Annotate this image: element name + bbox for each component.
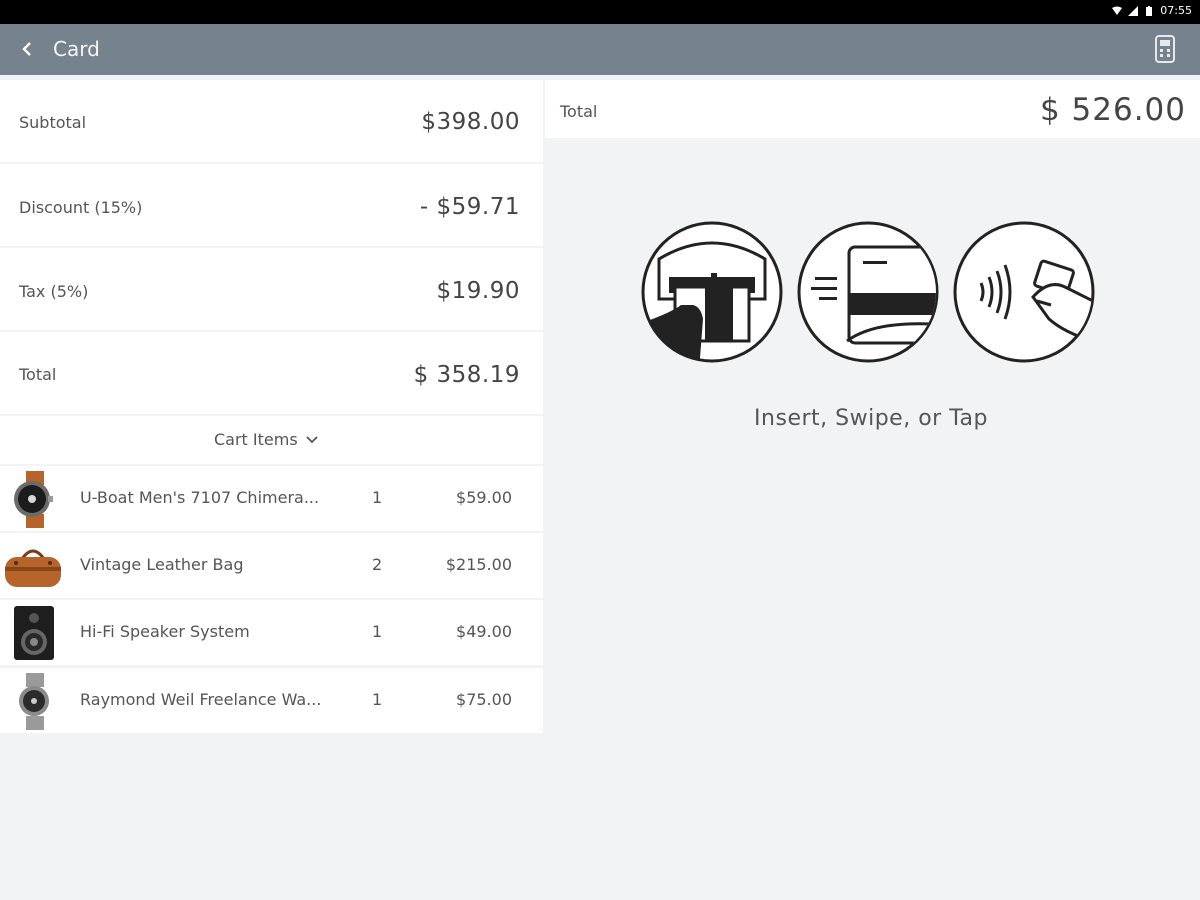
subtotal-value: $398.00 (421, 109, 520, 135)
chevron-down-icon (306, 435, 318, 443)
chevron-left-icon (22, 42, 31, 56)
payment-total-label: Total (560, 102, 598, 121)
tap-card-icon (953, 221, 1095, 363)
item-qty: 1 (372, 488, 383, 507)
payment-total-bar: Total $ 526.00 (545, 80, 1200, 138)
speaker-icon (14, 606, 54, 660)
order-summary-panel: Subtotal $398.00 Discount (15%) - $59.71… (0, 75, 543, 900)
item-qty: 1 (372, 622, 383, 641)
cart-item-row[interactable]: Vintage Leather Bag 2 $215.00 (0, 533, 543, 598)
card-reader-button[interactable] (1150, 32, 1180, 66)
cart-items-header: Cart Items (0, 416, 543, 464)
bag-icon (5, 549, 61, 587)
total-value: $ 358.19 (413, 362, 520, 388)
discount-row: Discount (15%) - $59.71 (0, 164, 543, 246)
insert-card-icon (641, 221, 783, 363)
subtotal-row: Subtotal $398.00 (0, 80, 543, 162)
payment-instruction: Insert, Swipe, or Tap (754, 406, 988, 431)
item-price: $75.00 (456, 690, 512, 709)
watch-icon (19, 673, 49, 730)
discount-label: Discount (15%) (19, 198, 143, 217)
payment-total-value: $ 526.00 (1039, 92, 1186, 128)
item-qty: 1 (372, 690, 383, 709)
card-reader-icon (1155, 35, 1175, 63)
app-bar: Card (0, 24, 1200, 75)
item-price: $59.00 (456, 488, 512, 507)
battery-icon (1146, 5, 1153, 16)
status-icons: 07:55 (1112, 4, 1192, 17)
total-row: Total $ 358.19 (0, 332, 543, 414)
discount-value: - $59.71 (419, 194, 520, 220)
swipe-card-icon (797, 221, 939, 363)
signal-icon (1128, 5, 1139, 16)
status-bar: 07:55 (0, 0, 1200, 24)
cart-items-label: Cart Items (214, 430, 298, 449)
item-price: $49.00 (456, 622, 512, 641)
item-name: Raymond Weil Freelance Wa... (80, 690, 322, 709)
item-name: Vintage Leather Bag (80, 555, 244, 574)
tax-value: $19.90 (436, 278, 520, 304)
tax-row: Tax (5%) $19.90 (0, 248, 543, 330)
cart-items-toggle[interactable]: Cart Items (214, 430, 318, 449)
wifi-icon (1112, 6, 1123, 15)
cart-item-row[interactable]: Hi-Fi Speaker System 1 $49.00 (0, 600, 543, 665)
back-button[interactable] (14, 36, 40, 62)
item-price: $215.00 (445, 555, 512, 574)
subtotal-label: Subtotal (19, 113, 87, 132)
item-name: Hi-Fi Speaker System (80, 622, 250, 641)
item-name: U-Boat Men's 7107 Chimera... (80, 488, 320, 507)
status-time: 07:55 (1160, 4, 1192, 17)
page-title: Card (53, 37, 100, 61)
cart-item-row[interactable]: U-Boat Men's 7107 Chimera... 1 $59.00 (0, 466, 543, 531)
total-label: Total (19, 365, 57, 384)
cart-item-row[interactable]: Raymond Weil Freelance Wa... 1 $75.00 (0, 668, 543, 733)
payment-panel: Total $ 526.00 Insert, Swipe, or Tap (545, 75, 1200, 900)
item-qty: 2 (372, 555, 383, 574)
tax-label: Tax (5%) (19, 282, 89, 301)
watch-icon (14, 471, 53, 528)
